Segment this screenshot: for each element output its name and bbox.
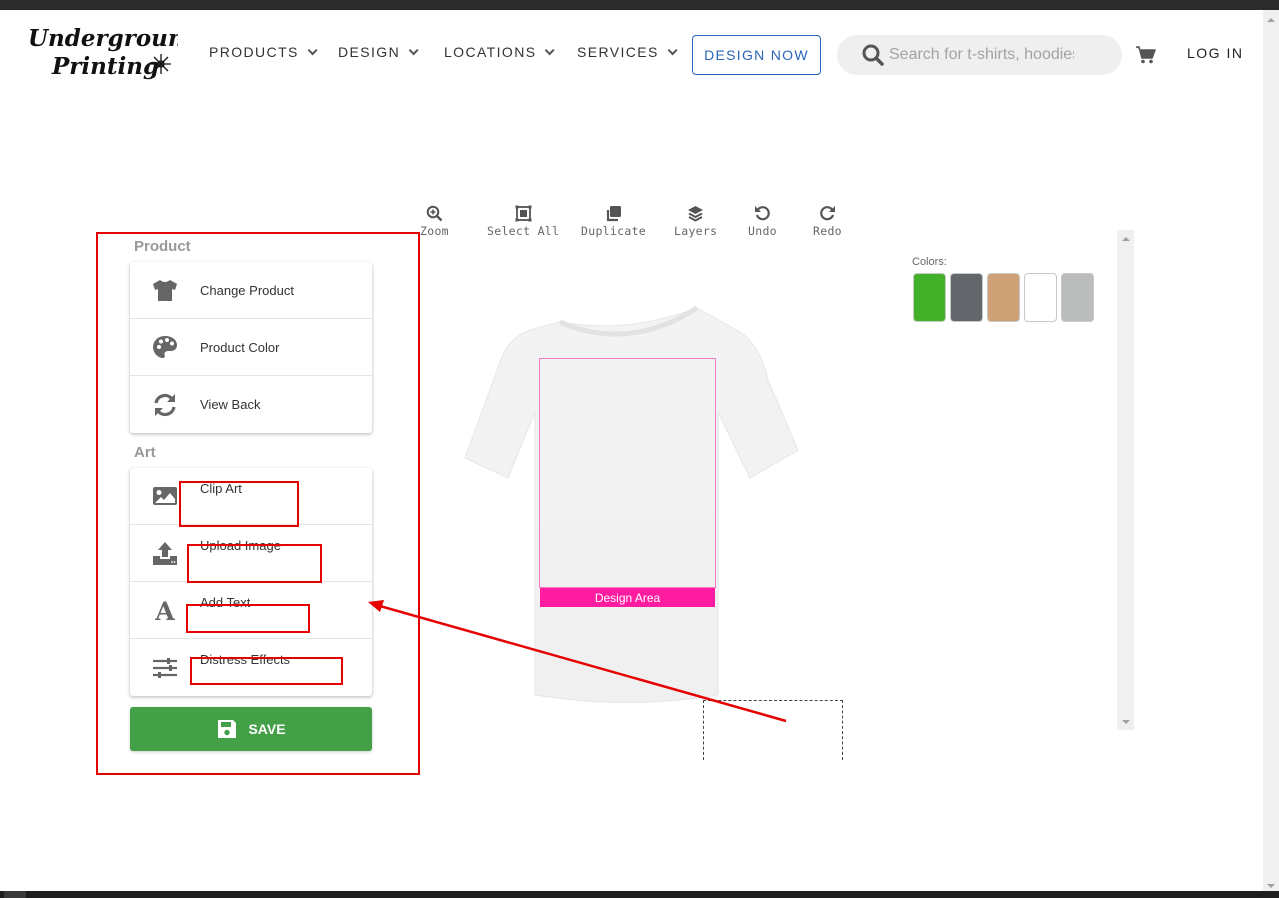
layers-tool-button[interactable]: Layers [674,205,717,238]
annotation-box-add-text [186,604,310,633]
nav-label: PRODUCTS [209,44,299,60]
color-swatch[interactable] [913,273,946,322]
scroll-up-icon[interactable] [1267,18,1275,22]
page-scrollbar[interactable] [1263,10,1279,891]
tool-label: Undo [748,224,777,238]
save-label: SAVE [248,721,286,737]
scroll-up-icon[interactable] [1122,237,1130,241]
canvas-scrollbar[interactable] [1117,230,1134,730]
undo-tool-button[interactable]: Undo [748,205,777,238]
scroll-down-icon[interactable] [1122,720,1130,724]
zoom-in-icon [426,205,443,222]
redo-icon [820,206,835,221]
floppy-disk-icon [218,720,237,738]
chevron-down-icon [667,44,678,55]
logo-burst-icon [151,54,171,74]
color-swatch[interactable] [950,273,983,322]
nav-locations[interactable]: LOCATIONS [444,44,556,60]
logo-line2: Printing [51,53,159,80]
nav-design[interactable]: DESIGN [338,44,419,60]
tool-label: Select All [487,224,560,238]
window-bottom-bar [0,891,1279,898]
annotation-box-clip-art [179,481,299,527]
duplicate-tool-button[interactable]: Duplicate [581,205,646,238]
duplicate-icon [606,206,621,222]
selection-dashed-box [703,700,843,760]
product-section-title: Product [134,238,191,255]
view-back-item[interactable]: View Back [130,376,372,433]
sliders-icon [153,657,177,678]
select-all-icon [515,205,532,222]
search-icon[interactable] [861,43,885,67]
art-section-title: Art [134,444,156,461]
colors-label: Colors: [912,256,947,268]
taskbar-thumb [4,891,26,898]
color-swatches [913,273,1094,322]
product-color-item[interactable]: Product Color [130,319,372,376]
search-input[interactable] [889,46,1074,64]
select-all-tool-button[interactable]: Select All [487,205,559,238]
zoom-tool-button[interactable]: Zoom [420,205,449,238]
item-label: Change Product [200,282,294,298]
annotation-box-distress-effects [190,657,343,685]
color-swatch[interactable] [987,273,1020,322]
image-icon [153,487,177,505]
nav-label: DESIGN [338,44,401,60]
undo-icon [754,206,770,221]
design-now-button[interactable]: DESIGN NOW [692,35,821,75]
logo-line1: Underground [28,25,178,52]
item-label: Product Color [200,339,280,355]
text-icon: A [154,597,175,623]
login-link[interactable]: LOG IN [1187,45,1243,61]
palette-icon [153,336,177,358]
color-swatch[interactable] [1024,273,1057,322]
save-button[interactable]: SAVE [130,707,372,751]
redo-tool-button[interactable]: Redo [813,205,842,238]
tool-label: Duplicate [581,224,647,238]
product-menu: Change Product Product Color View Back [130,262,372,433]
color-swatch[interactable] [1061,273,1094,322]
layers-icon [688,206,704,222]
chevron-down-icon [545,44,556,55]
tool-label: Zoom [420,224,449,238]
design-area-label: Design Area [540,588,715,607]
tool-label: Layers [674,224,718,238]
nav-services[interactable]: SERVICES [577,44,678,60]
upload-icon [153,542,177,565]
window-top-bar [0,0,1279,10]
chevron-down-icon [307,44,318,55]
cart-icon[interactable] [1136,46,1156,64]
chevron-down-icon [408,44,419,55]
item-label: View Back [200,397,261,412]
svg-text:A: A [154,597,175,623]
annotation-box-upload-image [187,544,322,583]
design-area-box[interactable] [539,358,716,588]
change-product-item[interactable]: Change Product [130,262,372,319]
sync-icon [154,393,176,416]
brand-logo[interactable]: Underground Printing [26,22,178,84]
scroll-down-icon[interactable] [1267,884,1275,888]
search-bar[interactable] [837,35,1122,75]
nav-label: SERVICES [577,44,659,60]
tool-label: Redo [813,224,842,238]
nav-products[interactable]: PRODUCTS [209,44,318,60]
tshirt-icon [153,280,177,301]
nav-label: LOCATIONS [444,44,537,60]
